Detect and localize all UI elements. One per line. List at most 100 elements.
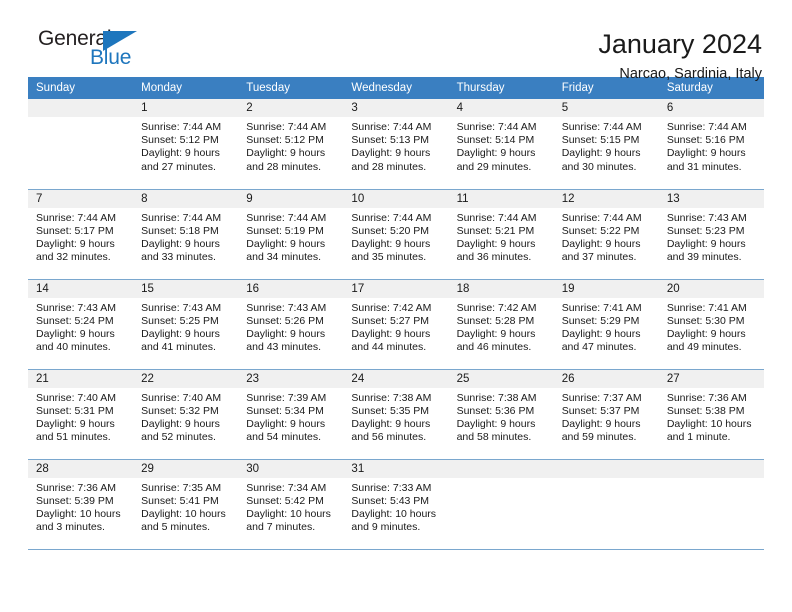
daylight-text-line1: Daylight: 10 hours bbox=[141, 507, 226, 520]
calendar-day-cell[interactable]: 9 Sunrise: 7:44 AM Sunset: 5:19 PM Daylight… bbox=[238, 189, 344, 280]
day-sun-info: Sunrise: 7:44 AM Sunset: 5:12 PM Daylight:… bbox=[238, 117, 343, 174]
calendar-day-cell[interactable]: 19 Sunrise: 7:41 AM Sunset: 5:29 PM Dayligh… bbox=[553, 279, 659, 370]
calendar-day-cell[interactable]: 25 Sunrise: 7:38 AM Sunset: 5:36 PM Dayligh… bbox=[448, 369, 554, 460]
day-sun-info: Sunrise: 7:35 AM Sunset: 5:41 PM Daylight:… bbox=[133, 478, 238, 535]
calendar-day-cell[interactable]: 20 Sunrise: 7:41 AM Sunset: 5:30 PM Dayligh… bbox=[658, 279, 764, 370]
day-number: 19 bbox=[553, 279, 659, 298]
daylight-text-line2: and 37 minutes. bbox=[561, 251, 637, 264]
sunset-text: Sunset: 5:35 PM bbox=[351, 404, 430, 417]
daylight-text-line2: and 47 minutes. bbox=[561, 341, 637, 354]
day-sun-info: Sunrise: 7:43 AM Sunset: 5:26 PM Daylight:… bbox=[238, 298, 343, 355]
sunrise-text: Sunrise: 7:43 AM bbox=[246, 301, 327, 314]
daylight-text-line1: Daylight: 9 hours bbox=[141, 327, 220, 340]
daylight-text-line1: Daylight: 9 hours bbox=[36, 237, 115, 250]
daylight-text-line2: and 51 minutes. bbox=[36, 431, 111, 444]
day-sun-info: Sunrise: 7:39 AM Sunset: 5:34 PM Daylight:… bbox=[238, 388, 343, 445]
calendar-day-cell[interactable]: 15 Sunrise: 7:43 AM Sunset: 5:25 PM Dayligh… bbox=[133, 279, 239, 370]
daylight-text-line1: Daylight: 9 hours bbox=[36, 417, 115, 430]
sunrise-text: Sunrise: 7:36 AM bbox=[36, 481, 116, 494]
daylight-text-line1: Daylight: 10 hours bbox=[246, 507, 331, 520]
calendar-day-cell[interactable]: 12 Sunrise: 7:44 AM Sunset: 5:22 PM Dayligh… bbox=[553, 189, 659, 280]
weekday-header-wednesday: Wednesday bbox=[343, 77, 449, 99]
day-sun-info: Sunrise: 7:44 AM Sunset: 5:12 PM Daylight:… bbox=[133, 117, 238, 174]
calendar-day-cell[interactable]: 8 Sunrise: 7:44 AM Sunset: 5:18 PM Daylight… bbox=[133, 189, 239, 280]
day-number: 10 bbox=[343, 189, 449, 208]
calendar-day-cell[interactable]: 10 Sunrise: 7:44 AM Sunset: 5:20 PM Dayligh… bbox=[343, 189, 449, 280]
calendar-day-cell[interactable]: 16 Sunrise: 7:43 AM Sunset: 5:26 PM Dayligh… bbox=[238, 279, 344, 370]
daylight-text-line1: Daylight: 10 hours bbox=[36, 507, 121, 520]
day-number: 5 bbox=[553, 99, 659, 117]
calendar-day-cell[interactable]: 4 Sunrise: 7:44 AM Sunset: 5:14 PM Daylight… bbox=[448, 99, 554, 190]
sunset-text: Sunset: 5:23 PM bbox=[666, 224, 745, 237]
day-sun-info: Sunrise: 7:38 AM Sunset: 5:35 PM Daylight:… bbox=[343, 388, 448, 445]
calendar-day-cell[interactable]: 1 Sunrise: 7:44 AM Sunset: 5:12 PM Daylight… bbox=[133, 99, 239, 190]
day-number: 1 bbox=[133, 99, 239, 117]
weekday-header-monday: Monday bbox=[133, 77, 239, 99]
daylight-text-line1: Daylight: 9 hours bbox=[666, 237, 746, 250]
sunset-text: Sunset: 5:24 PM bbox=[36, 314, 114, 327]
daylight-text-line2: and 44 minutes. bbox=[351, 341, 427, 354]
day-number: 16 bbox=[238, 279, 344, 298]
day-number: 13 bbox=[658, 189, 764, 208]
calendar-day-cell[interactable]: 26 Sunrise: 7:37 AM Sunset: 5:37 PM Dayligh… bbox=[553, 369, 659, 460]
day-number: 11 bbox=[448, 189, 554, 208]
calendar-day-cell[interactable]: 30 Sunrise: 7:34 AM Sunset: 5:42 PM Dayligh… bbox=[238, 459, 344, 550]
calendar-day-cell[interactable]: 11 Sunrise: 7:44 AM Sunset: 5:21 PM Dayligh… bbox=[448, 189, 554, 280]
calendar-day-cell[interactable]: 31 Sunrise: 7:33 AM Sunset: 5:43 PM Dayligh… bbox=[343, 459, 449, 550]
calendar-grid: Sunday Monday Tuesday Wednesday Thursday… bbox=[28, 77, 764, 550]
calendar-day-cell[interactable]: 23 Sunrise: 7:39 AM Sunset: 5:34 PM Dayligh… bbox=[238, 369, 344, 460]
calendar-day-cell[interactable]: 28 Sunrise: 7:36 AM Sunset: 5:39 PM Dayligh… bbox=[28, 459, 134, 550]
calendar-day-cell[interactable]: 13 Sunrise: 7:43 AM Sunset: 5:23 PM Dayligh… bbox=[658, 189, 764, 280]
calendar-day-cell[interactable]: 5 Sunrise: 7:44 AM Sunset: 5:15 PM Daylight… bbox=[553, 99, 659, 190]
sunset-text: Sunset: 5:31 PM bbox=[36, 404, 114, 417]
calendar-day-cell[interactable]: 29 Sunrise: 7:35 AM Sunset: 5:41 PM Dayligh… bbox=[133, 459, 239, 550]
daylight-text-line2: and 3 minutes. bbox=[36, 521, 105, 534]
daylight-text-line2: and 9 minutes. bbox=[351, 521, 421, 534]
daylight-text-line1: Daylight: 9 hours bbox=[561, 147, 641, 160]
sunrise-text: Sunrise: 7:38 AM bbox=[456, 391, 537, 404]
sunset-text: Sunset: 5:27 PM bbox=[351, 314, 430, 327]
calendar-day-cell[interactable]: 2 Sunrise: 7:44 AM Sunset: 5:12 PM Daylight… bbox=[238, 99, 344, 190]
calendar-day-cell[interactable]: 6 Sunrise: 7:44 AM Sunset: 5:16 PM Daylight… bbox=[658, 99, 764, 190]
sunset-text: Sunset: 5:26 PM bbox=[246, 314, 324, 327]
sunset-text: Sunset: 5:17 PM bbox=[36, 224, 114, 237]
day-number: 6 bbox=[658, 99, 764, 117]
daylight-text-line1: Daylight: 9 hours bbox=[666, 147, 746, 160]
sunset-text: Sunset: 5:29 PM bbox=[561, 314, 640, 327]
day-number: 17 bbox=[343, 279, 449, 298]
day-sun-info: Sunrise: 7:40 AM Sunset: 5:31 PM Daylight:… bbox=[28, 388, 133, 445]
day-sun-info: Sunrise: 7:41 AM Sunset: 5:29 PM Daylight:… bbox=[554, 298, 659, 355]
day-sun-info: Sunrise: 7:36 AM Sunset: 5:39 PM Daylight:… bbox=[28, 478, 133, 535]
day-sun-info: Sunrise: 7:44 AM Sunset: 5:18 PM Daylight:… bbox=[133, 208, 238, 265]
daylight-text-line2: and 35 minutes. bbox=[351, 251, 427, 264]
sunset-text: Sunset: 5:38 PM bbox=[666, 404, 745, 417]
calendar-day-cell[interactable]: 18 Sunrise: 7:42 AM Sunset: 5:28 PM Dayligh… bbox=[448, 279, 554, 370]
calendar-week-row: 1 Sunrise: 7:44 AM Sunset: 5:12 PM Daylight… bbox=[28, 99, 764, 190]
daylight-text-line1: Daylight: 9 hours bbox=[246, 327, 326, 340]
calendar-week-row: 14 Sunrise: 7:43 AM Sunset: 5:24 PM Dayligh… bbox=[28, 279, 764, 370]
day-sun-info: Sunrise: 7:43 AM Sunset: 5:23 PM Daylight:… bbox=[659, 208, 764, 265]
daylight-text-line1: Daylight: 9 hours bbox=[456, 237, 536, 250]
calendar-day-cell[interactable]: 7 Sunrise: 7:44 AM Sunset: 5:17 PM Daylight… bbox=[28, 189, 134, 280]
calendar-day-cell[interactable]: 21 Sunrise: 7:40 AM Sunset: 5:31 PM Dayligh… bbox=[28, 369, 134, 460]
day-number bbox=[658, 459, 764, 478]
calendar-day-cell[interactable]: 17 Sunrise: 7:42 AM Sunset: 5:27 PM Dayligh… bbox=[343, 279, 449, 370]
sunrise-text: Sunrise: 7:44 AM bbox=[456, 121, 537, 133]
day-number: 27 bbox=[658, 369, 764, 388]
daylight-text-line2: and 58 minutes. bbox=[456, 431, 532, 444]
calendar-day-cell[interactable]: 3 Sunrise: 7:44 AM Sunset: 5:13 PM Daylight… bbox=[343, 99, 449, 190]
sunset-text: Sunset: 5:12 PM bbox=[141, 134, 219, 147]
day-number: 9 bbox=[238, 189, 344, 208]
calendar-day-cell[interactable]: 14 Sunrise: 7:43 AM Sunset: 5:24 PM Dayligh… bbox=[28, 279, 134, 370]
calendar-day-cell[interactable]: 24 Sunrise: 7:38 AM Sunset: 5:35 PM Dayligh… bbox=[343, 369, 449, 460]
daylight-text-line1: Daylight: 9 hours bbox=[246, 417, 326, 430]
day-sun-info: Sunrise: 7:42 AM Sunset: 5:27 PM Daylight:… bbox=[343, 298, 448, 355]
daylight-text-line2: and 41 minutes. bbox=[141, 341, 216, 354]
daylight-text-line2: and 33 minutes. bbox=[141, 251, 216, 264]
calendar-page: General Blue January 2024 Narcao, Sardin… bbox=[0, 0, 792, 612]
day-number: 3 bbox=[343, 99, 449, 117]
calendar-day-cell[interactable]: 27 Sunrise: 7:36 AM Sunset: 5:38 PM Dayligh… bbox=[658, 369, 764, 460]
calendar-day-cell[interactable]: 22 Sunrise: 7:40 AM Sunset: 5:32 PM Dayligh… bbox=[133, 369, 239, 460]
generalblue-logo[interactable]: General Blue bbox=[28, 28, 168, 76]
daylight-text-line1: Daylight: 9 hours bbox=[141, 417, 220, 430]
